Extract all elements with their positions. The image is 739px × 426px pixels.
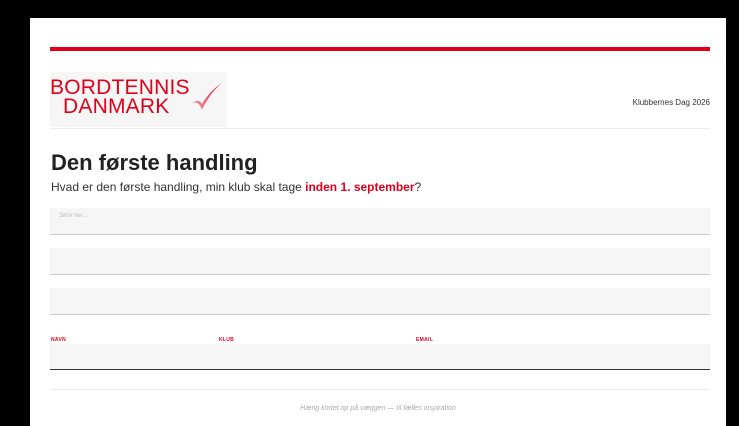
question-prefix: Hvad er den første handling, min klub sk… bbox=[51, 180, 306, 194]
footer-text: Hæng kortet op på væggen — til fælles in… bbox=[300, 405, 456, 412]
accent-bar bbox=[50, 47, 710, 51]
answer-field-2[interactable] bbox=[50, 248, 710, 275]
logo-line-2: DANMARK bbox=[63, 95, 170, 118]
divider bbox=[50, 128, 710, 129]
event-name: Klubbernes Dag 2026 bbox=[632, 98, 710, 107]
answer-field-1[interactable]: Skriv her... bbox=[50, 208, 710, 235]
answer-placeholder: Skriv her... bbox=[59, 213, 88, 219]
name-label: NAVN bbox=[51, 337, 66, 343]
card-page: BORDTENNIS DANMARK Klubbernes Dag 2026 D… bbox=[30, 18, 726, 426]
question-deadline: inden 1. september bbox=[305, 180, 415, 194]
page-title: Den første handling bbox=[51, 150, 258, 175]
logo: BORDTENNIS DANMARK bbox=[50, 72, 227, 127]
email-label: EMAIL bbox=[416, 337, 434, 343]
answer-field-3[interactable] bbox=[50, 288, 710, 315]
signature-field[interactable] bbox=[50, 344, 710, 370]
divider bbox=[50, 389, 710, 390]
question-suffix: ? bbox=[414, 180, 422, 194]
swoosh-icon bbox=[192, 83, 222, 110]
club-label: KLUB bbox=[219, 337, 235, 343]
question-text: Hvad er den første handling, min klub sk… bbox=[51, 180, 421, 194]
